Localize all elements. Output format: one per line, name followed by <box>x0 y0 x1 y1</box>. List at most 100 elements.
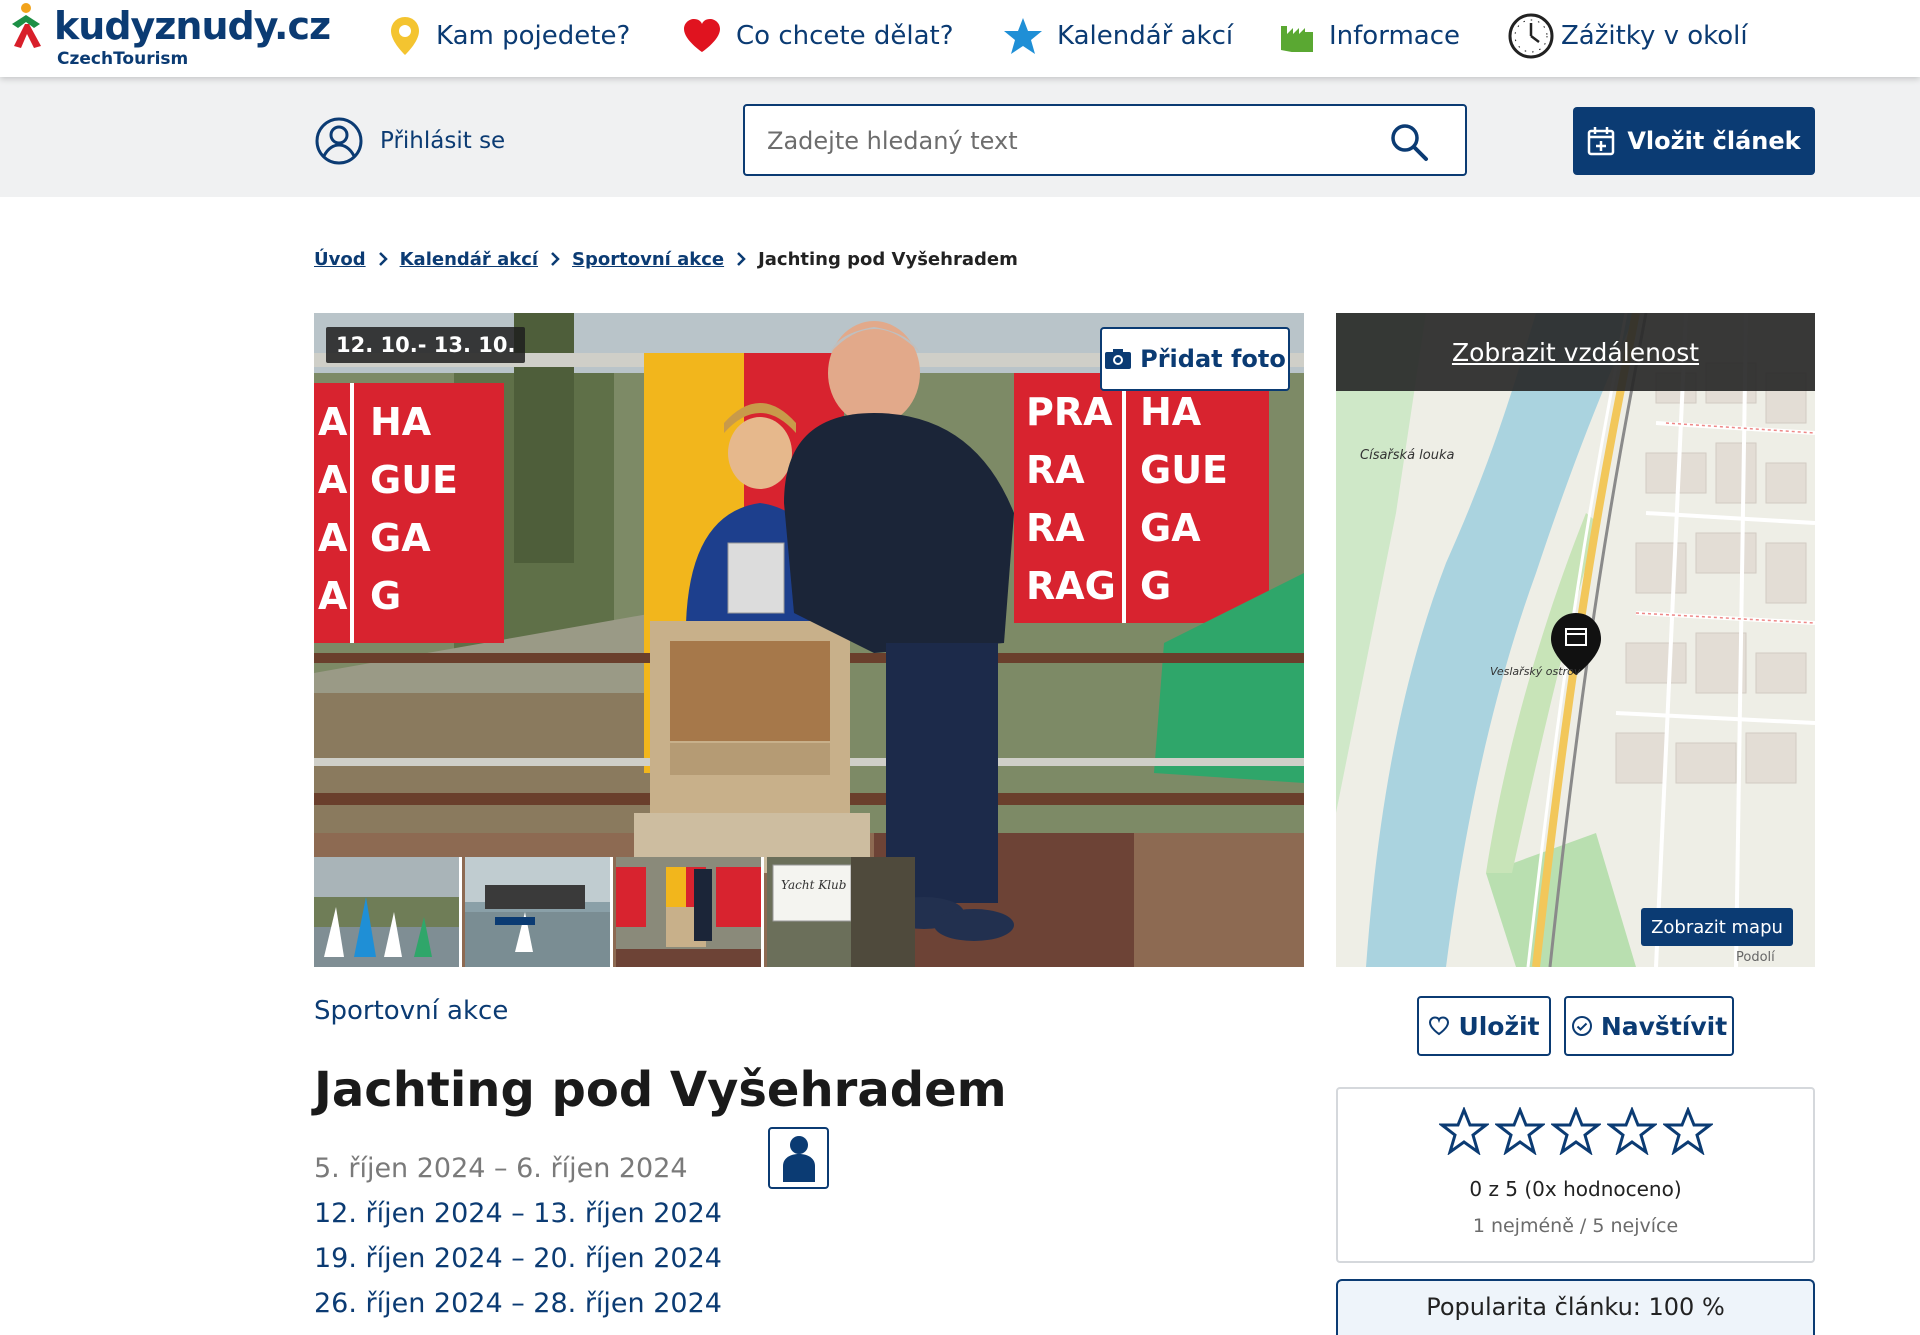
gallery-thumbnail[interactable] <box>314 857 462 967</box>
banner-text: G <box>1140 564 1171 608</box>
nav-label: Co chcete dělat? <box>736 21 954 51</box>
login-label: Přihlásit se <box>380 128 506 154</box>
check-circle-icon <box>1571 1016 1592 1036</box>
banner-text: HA <box>370 400 432 444</box>
heart-icon <box>684 19 720 52</box>
banner-text: G <box>370 574 401 618</box>
chevron-right-icon <box>378 252 388 266</box>
star-outline-icon[interactable] <box>1662 1107 1713 1155</box>
nav-item-informace[interactable]: Informace <box>1279 14 1460 58</box>
banner-text: GUE <box>1140 448 1228 492</box>
map-label: Podolí <box>1736 950 1775 965</box>
add-photo-button[interactable]: Přidat foto <box>1100 327 1290 391</box>
gallery-thumbnail[interactable] <box>616 857 764 967</box>
save-label: Uložit <box>1458 1011 1540 1041</box>
thumbnail-image <box>314 857 459 967</box>
banner-text: A <box>318 400 348 444</box>
nav-item-kam-pojedete[interactable]: Kam pojedete? <box>388 14 630 58</box>
banner-text: RA <box>1026 506 1085 550</box>
nav-item-zazitky-v-okoli[interactable]: Zážitky v okolí <box>1507 13 1748 59</box>
visit-label: Navštívit <box>1600 1011 1728 1041</box>
event-photo-gallery[interactable]: A HA A GUE A GA A G PRA HA RA GUE RA GA … <box>314 313 1304 967</box>
event-date-item: 5. říjen 2024 – 6. říjen 2024 <box>314 1153 688 1184</box>
user-account-icon <box>315 117 363 165</box>
banner-text: HA <box>1140 390 1202 434</box>
rating-summary: 0 z 5 (0x hodnoceno) <box>1469 1177 1682 1201</box>
add-article-label: Vložit článek <box>1627 127 1801 155</box>
star-outline-icon[interactable] <box>1438 1107 1489 1155</box>
thumbnail-sign-text: Yacht Klub <box>781 878 846 892</box>
map-tiles: Císařská louka Veslařský ostrov Podolí <box>1336 313 1815 967</box>
search-input[interactable] <box>767 124 1367 158</box>
visit-button[interactable]: Navštívit <box>1564 996 1734 1056</box>
search-icon[interactable] <box>1389 122 1429 162</box>
information-city-icon <box>1281 26 1313 52</box>
kudyznudy-logo[interactable]: kudyznudy.cz CzechTourism <box>4 2 331 72</box>
thumbnail-image: Yacht Klub <box>767 857 915 967</box>
audience-person-icon <box>768 1127 829 1189</box>
star-outline-icon[interactable] <box>1494 1107 1545 1155</box>
person-icon <box>782 1136 815 1182</box>
event-dates: 5. říjen 2024 – 6. říjen 2024 12. říjen … <box>314 1146 722 1326</box>
top-navigation: kudyznudy.cz CzechTourism Kam pojedete? … <box>0 0 1920 77</box>
popularity-text: Popularita článku: 100 % <box>1426 1293 1725 1321</box>
chevron-right-icon <box>551 252 560 266</box>
nav-label: Kalendář akcí <box>1057 21 1234 51</box>
nav-label: Informace <box>1329 21 1460 51</box>
distance-bar: Zobrazit vzdálenost <box>1336 313 1815 391</box>
camera-icon <box>1105 349 1132 369</box>
nav-label: Zážitky v okolí <box>1561 21 1748 51</box>
breadcrumb: Úvod Kalendář akcí Sportovní akce Jachti… <box>314 246 1018 272</box>
chevron-right-icon <box>737 252 746 266</box>
brand-sub: CzechTourism <box>57 49 189 69</box>
rating-box: 0 z 5 (0x hodnoceno) 1 nejméně / 5 nejví… <box>1336 1087 1815 1263</box>
add-article-button[interactable]: Vložit článek <box>1573 107 1815 175</box>
nav-item-kalendar-akci[interactable]: Kalendář akcí <box>1003 14 1233 58</box>
banner-text: RA <box>1026 448 1085 492</box>
location-map[interactable]: Císařská louka Veslařský ostrov Podolí Z… <box>1336 313 1815 967</box>
star-outline-icon[interactable] <box>1606 1107 1657 1155</box>
rating-hint: 1 nejméně / 5 nejvíce <box>1472 1215 1679 1237</box>
gallery-thumbnail[interactable]: Yacht Klub <box>767 857 915 967</box>
event-date-item: 12. říjen 2024 – 13. říjen 2024 <box>314 1198 722 1229</box>
event-title: Jachting pod Vyšehradem <box>314 1062 1007 1118</box>
breadcrumb-current: Jachting pod Vyšehradem <box>758 248 1018 270</box>
event-category[interactable]: Sportovní akce <box>314 996 508 1026</box>
breadcrumb-link-sportovni-akce[interactable]: Sportovní akce <box>572 249 724 270</box>
popularity-box: Popularita článku: 100 % <box>1336 1279 1815 1335</box>
event-date-item: 19. říjen 2024 – 20. říjen 2024 <box>314 1243 722 1274</box>
utility-bar: Přihlásit se Vložit článek <box>0 77 1920 197</box>
nav-item-co-chcete-delat[interactable]: Co chcete dělat? <box>682 14 954 58</box>
date-badge: 12. 10.- 13. 10. <box>326 327 526 363</box>
thumbnail-image <box>465 857 610 967</box>
banner-text: RAG <box>1026 564 1116 608</box>
banner-text: GA <box>1140 506 1201 550</box>
heart-outline-icon <box>1429 1016 1450 1036</box>
search-box <box>743 104 1467 176</box>
nav-label: Kam pojedete? <box>436 21 631 51</box>
banner-text: GA <box>370 516 431 560</box>
login-link[interactable]: Přihlásit se <box>314 115 505 167</box>
clock-icon <box>1508 13 1554 59</box>
save-button[interactable]: Uložit <box>1417 996 1551 1056</box>
star-icon <box>1004 18 1042 54</box>
banner-text: GUE <box>370 458 458 502</box>
rating-stars[interactable] <box>1338 1107 1813 1155</box>
banner-text: A <box>318 458 348 502</box>
breadcrumb-link-uvod[interactable]: Úvod <box>314 249 366 270</box>
location-pin-icon <box>391 17 419 55</box>
logo-mark-icon <box>12 3 41 48</box>
event-date-item: 26. říjen 2024 – 28. říjen 2024 <box>314 1288 722 1319</box>
banner-text: PRA <box>1026 390 1113 434</box>
breadcrumb-link-kalendar[interactable]: Kalendář akcí <box>400 249 538 270</box>
calendar-add-icon <box>1588 127 1615 156</box>
map-label: Císařská louka <box>1360 448 1455 463</box>
show-distance-link[interactable]: Zobrazit vzdálenost <box>1452 338 1699 367</box>
thumbnail-image <box>616 857 761 967</box>
brand-name: kudyznudy.cz <box>54 4 331 48</box>
map-label: Veslařský ostrov <box>1490 665 1581 678</box>
star-outline-icon[interactable] <box>1550 1107 1601 1155</box>
gallery-thumbnail[interactable] <box>465 857 613 967</box>
show-map-button[interactable]: Zobrazit mapu <box>1641 908 1793 946</box>
banner-text: A <box>318 516 348 560</box>
